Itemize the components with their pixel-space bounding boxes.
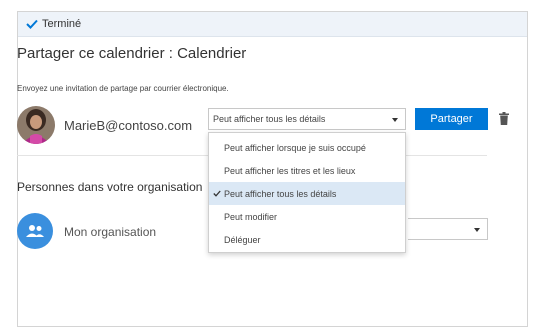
option-label: Peut afficher tous les détails	[224, 188, 337, 199]
org-section-label: Personnes dans votre organisation	[17, 180, 203, 194]
people-icon	[26, 225, 44, 237]
share-button[interactable]: Partager	[415, 108, 488, 130]
top-bar: Terminé	[18, 12, 527, 37]
invitee-email: MarieB@contoso.com	[64, 118, 193, 133]
option-label: Peut afficher les titres et les lieux	[224, 165, 356, 176]
chevron-down-icon	[392, 118, 398, 122]
avatar	[17, 106, 55, 144]
option-label: Déléguer	[224, 234, 261, 245]
org-avatar	[17, 213, 53, 249]
org-name: Mon organisation	[64, 225, 157, 239]
permission-select[interactable]: Peut afficher tous les détails	[208, 108, 406, 130]
option-label: Peut afficher lorsque je suis occupé	[224, 142, 366, 153]
done-label: Terminé	[42, 18, 82, 30]
option-label: Peut modifier	[224, 211, 278, 222]
chevron-down-icon	[474, 228, 480, 232]
check-icon	[26, 19, 38, 29]
permission-dropdown: Peut afficher lorsque je suis occupé Peu…	[208, 132, 406, 253]
page-title: Partager ce calendrier : Calendrier	[17, 45, 247, 62]
permission-option-busy[interactable]: Peut afficher lorsque je suis occupé	[209, 136, 405, 159]
permission-option-all-details[interactable]: Peut afficher tous les détails	[209, 182, 405, 205]
trash-icon[interactable]	[499, 112, 509, 125]
permission-option-delegate[interactable]: Déléguer	[209, 228, 405, 251]
permission-select-value: Peut afficher tous les détails	[213, 114, 326, 124]
check-icon	[213, 190, 221, 197]
invite-hint: Envoyez une invitation de partage par co…	[17, 84, 229, 93]
permission-option-edit[interactable]: Peut modifier	[209, 205, 405, 228]
org-permission-select[interactable]	[408, 218, 488, 240]
permission-option-titles-locations[interactable]: Peut afficher les titres et les lieux	[209, 159, 405, 182]
done-button[interactable]: Terminé	[26, 15, 81, 33]
